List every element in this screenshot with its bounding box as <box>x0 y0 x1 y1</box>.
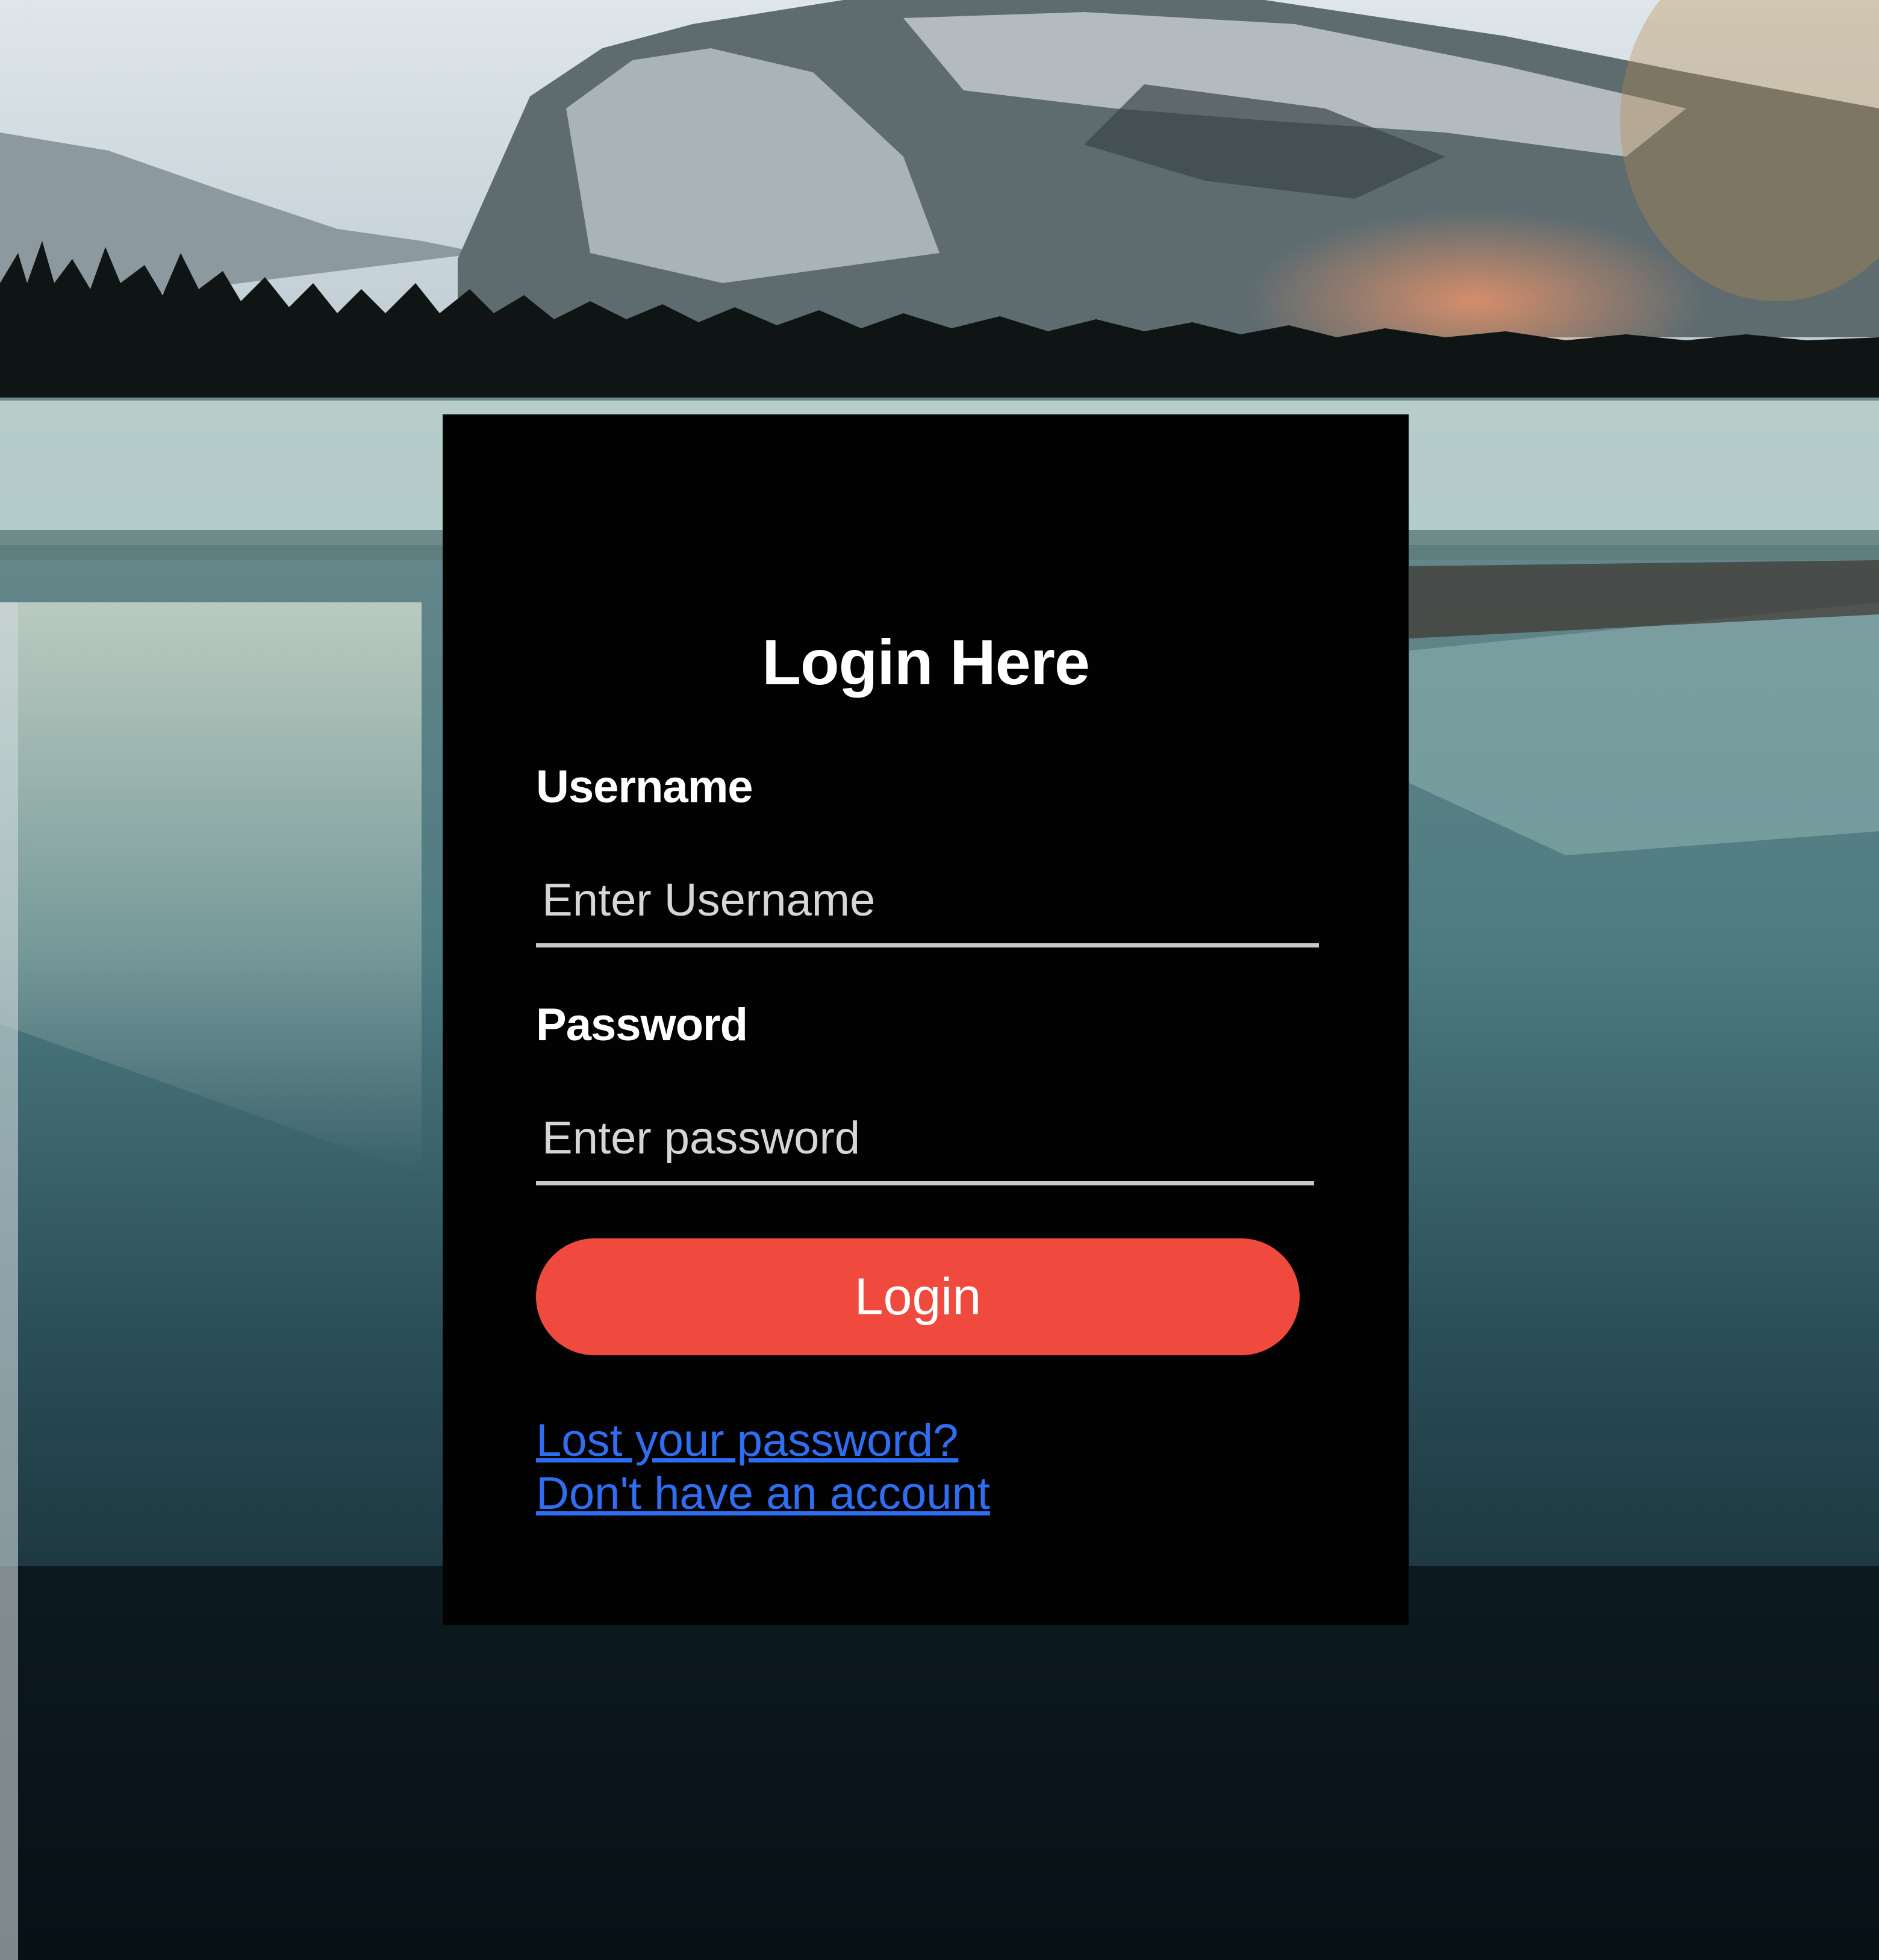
login-button[interactable]: Login <box>536 1238 1300 1355</box>
lost-password-link[interactable]: Lost your password? <box>536 1414 990 1467</box>
username-input[interactable] <box>536 857 1319 947</box>
username-label: Username <box>536 761 753 813</box>
password-label: Password <box>536 999 748 1050</box>
signup-link[interactable]: Don't have an account <box>536 1467 990 1520</box>
login-title: Login Here <box>762 627 1090 698</box>
password-input[interactable] <box>536 1095 1314 1185</box>
account-links: Lost your password? Don't have an accoun… <box>536 1414 990 1520</box>
login-panel: Login Here Username Password Login Lost … <box>443 414 1409 1625</box>
